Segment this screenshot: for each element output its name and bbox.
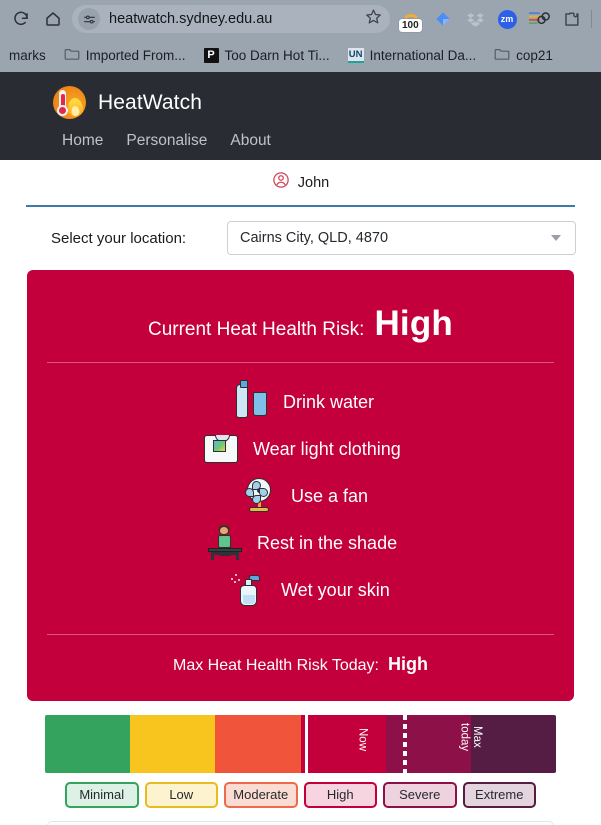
advice-label: Wet your skin <box>281 579 390 600</box>
dropbox-extension-icon[interactable] <box>460 4 490 34</box>
bookmark-item[interactable]: P Too Darn Hot Ti... <box>195 45 339 66</box>
brand-row[interactable]: HeatWatch <box>0 86 601 119</box>
badge-extension-icon[interactable]: 100 <box>396 4 426 34</box>
risk-scale-bar: Now Max today <box>45 715 556 773</box>
risk-scale-legend: Minimal Low Moderate High Severe Extreme <box>45 773 556 808</box>
advice-label: Drink water <box>283 391 375 412</box>
current-risk-value: High <box>374 304 454 343</box>
diamond-extension-icon[interactable] <box>428 4 458 34</box>
scale-segment-low <box>130 715 216 773</box>
spray-bottle-icon <box>230 571 268 609</box>
scale-segment-high <box>300 715 386 773</box>
site-header: HeatWatch Home Personalise About <box>0 72 601 160</box>
max-risk-value: High <box>388 654 428 674</box>
marker-now-line <box>304 715 308 773</box>
star-icon[interactable] <box>365 8 384 30</box>
location-label: Select your location: <box>51 229 187 247</box>
zoom-extension-icon[interactable]: zm <box>492 4 522 34</box>
advice-label: Wear light clothing <box>253 438 401 459</box>
list-item: Wear light clothing <box>44 430 557 468</box>
brand-name: HeatWatch <box>98 90 202 114</box>
list-item: Use a fan <box>44 477 557 515</box>
advice-label: Rest in the shade <box>257 532 398 553</box>
advice-list: Drink water Wear light clothing Use a fa… <box>44 363 557 634</box>
chevron-down-icon[interactable] <box>551 235 561 241</box>
legend-chip-high[interactable]: High <box>303 782 377 808</box>
bookmarks-bar: marks Imported From... P Too Darn Hot Ti… <box>0 38 601 72</box>
legend-chip-extreme[interactable]: Extreme <box>462 782 536 808</box>
list-item: Drink water <box>44 380 557 421</box>
thermometer-flame-logo-icon <box>53 86 86 119</box>
extension-badge-count: 100 <box>399 19 422 32</box>
browser-toolbar: heatwatch.sydney.edu.au 100 zm <box>0 0 601 38</box>
t-shirt-icon <box>202 430 240 468</box>
electric-fan-icon <box>240 477 278 515</box>
bookmark-label: Imported From... <box>85 47 186 63</box>
main-nav: Home Personalise About <box>0 132 601 150</box>
legend-chip-severe[interactable]: Severe <box>383 782 457 808</box>
un-favicon: UN <box>347 47 364 63</box>
marker-max-label-line2: today <box>458 723 471 752</box>
marker-now-label: Now <box>356 728 369 752</box>
water-bottle-icon <box>232 380 270 421</box>
scale-segment-moderate <box>215 715 301 773</box>
user-row[interactable]: John <box>25 160 576 205</box>
folder-icon <box>64 47 80 64</box>
zoom-badge-label: zm <box>497 9 517 29</box>
browser-chrome: heatwatch.sydney.edu.au 100 zm marks Imp… <box>0 0 601 72</box>
bookmark-label: cop21 <box>516 47 553 63</box>
current-risk-line: Current Heat Health Risk: High <box>44 292 557 362</box>
heat-risk-card: Current Heat Health Risk: High Drink wat… <box>27 270 574 701</box>
bookmark-label: marks <box>9 47 46 63</box>
person-resting-bench-icon <box>206 524 244 562</box>
legend-chip-low[interactable]: Low <box>144 782 218 808</box>
marker-max-line <box>402 715 407 773</box>
location-row: Select your location: Cairns City, QLD, … <box>25 207 576 267</box>
marker-max-label-line1: Max <box>470 726 483 748</box>
max-risk-label: Max Heat Health Risk Today: <box>172 657 379 674</box>
page-content: John Select your location: Cairns City, … <box>0 160 601 825</box>
user-name: John <box>297 174 330 191</box>
scale-segment-extreme <box>470 715 556 773</box>
max-risk-line: Max Heat Health Risk Today: High <box>44 635 557 681</box>
bookmark-item[interactable]: marks <box>0 45 55 66</box>
bookmark-label: Too Darn Hot Ti... <box>224 47 330 63</box>
location-selected-value: Cairns City, QLD, 4870 <box>240 230 389 246</box>
url-text[interactable]: heatwatch.sydney.edu.au <box>100 11 365 27</box>
current-risk-label: Current Heat Health Risk: <box>147 319 365 340</box>
nav-item-about[interactable]: About <box>230 132 271 150</box>
list-item: Wet your skin <box>44 571 557 609</box>
nav-item-home[interactable]: Home <box>62 132 103 150</box>
bookmark-item[interactable]: Imported From... <box>55 44 195 67</box>
folder-icon <box>494 47 510 64</box>
location-select[interactable]: Cairns City, QLD, 4870 <box>227 221 576 255</box>
user-circle-icon <box>272 171 290 194</box>
legend-chip-moderate[interactable]: Moderate <box>224 782 298 808</box>
legend-chip-minimal[interactable]: Minimal <box>65 782 139 808</box>
marker-max-label: Max today <box>458 723 483 752</box>
p-favicon: P <box>203 47 219 63</box>
nav-item-personalise[interactable]: Personalise <box>126 132 207 150</box>
advice-label: Use a fan <box>291 485 369 506</box>
link-extension-icon[interactable] <box>524 4 554 34</box>
bookmark-item[interactable]: cop21 <box>485 44 562 67</box>
next-card-peek <box>47 821 554 825</box>
reload-icon[interactable] <box>6 4 36 34</box>
bookmark-item[interactable]: UN International Da... <box>339 45 486 66</box>
home-icon[interactable] <box>38 4 68 34</box>
puzzle-icon[interactable] <box>556 4 586 34</box>
page-settings-icon[interactable] <box>78 8 100 30</box>
bookmark-label: International Da... <box>369 47 477 63</box>
risk-scale: Now Max today Minimal Low Moderate High S… <box>25 701 576 808</box>
scale-segment-minimal <box>45 715 131 773</box>
address-bar[interactable]: heatwatch.sydney.edu.au <box>72 5 390 33</box>
list-item: Rest in the shade <box>44 524 557 562</box>
toolbar-divider <box>591 10 592 28</box>
